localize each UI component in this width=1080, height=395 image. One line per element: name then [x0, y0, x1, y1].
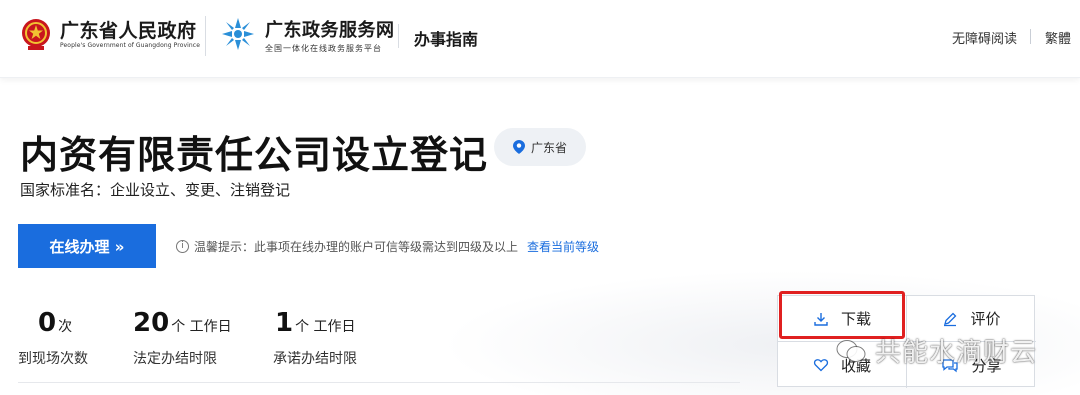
tip-text: 温馨提示：此事项在线办理的账户可信等级需达到四级及以上	[194, 240, 519, 254]
stat-unit: 次	[58, 319, 73, 335]
stat-label: 承诺办结时限	[273, 351, 357, 367]
national-emblem-icon	[22, 19, 50, 50]
warm-tip: i 温馨提示：此事项在线办理的账户可信等级需达到四级及以上 查看当前等级	[176, 238, 599, 255]
gov-name-en: People's Government of Guangdong Provinc…	[60, 42, 200, 49]
accessibility-link[interactable]: 无障碍阅读	[952, 28, 1017, 47]
header-divider	[205, 16, 206, 56]
service-logo-icon	[222, 18, 254, 50]
service-name: 广东政务服务网	[265, 20, 395, 41]
header-divider	[1030, 29, 1031, 44]
header-divider	[398, 24, 399, 48]
region-label: 广东省	[530, 140, 567, 155]
watermark-text: 共能水滴财云	[875, 338, 1038, 368]
location-pin-icon	[512, 140, 525, 154]
standard-name: 国家标准名：企业设立、变更、注销登记	[20, 181, 291, 199]
page-title: 内资有限责任公司设立登记	[20, 133, 489, 177]
watermark: 共能水滴财云	[835, 332, 1037, 369]
top-header: 广东省人民政府 People's Government of Guangdong…	[0, 0, 1080, 78]
traditional-chinese-link[interactable]: 繁體	[1045, 28, 1071, 47]
stat-unit: 个 工作日	[171, 319, 232, 335]
check-level-link[interactable]: 查看当前等级	[527, 238, 599, 255]
pencil-icon	[944, 312, 957, 326]
stat-label: 法定办结时限	[133, 351, 217, 367]
wechat-icon	[836, 339, 866, 362]
info-icon: i	[176, 240, 189, 253]
stat-legal-time-limit: 20 个 工作日 法定办结时限	[133, 308, 232, 367]
guide-label: 办事指南	[414, 30, 479, 49]
stat-promised-time-limit: 1个 工作日 承诺办结时限	[273, 308, 357, 367]
stat-value: 0	[38, 308, 57, 338]
region-tag[interactable]: 广东省	[494, 128, 586, 166]
stats-divider	[18, 382, 740, 383]
review-label: 评价	[970, 310, 1001, 328]
online-apply-button[interactable]: 在线办理 »	[18, 224, 156, 268]
gov-name: 广东省人民政府	[60, 20, 197, 42]
stat-onsite-visits: 0次 到现场次数	[18, 308, 88, 367]
heart-icon	[813, 359, 829, 372]
service-subtitle: 全国一体化在线政务服务平台	[265, 44, 382, 53]
stat-unit: 个 工作日	[295, 319, 356, 335]
stat-value: 20	[133, 308, 170, 338]
stat-label: 到现场次数	[18, 351, 88, 367]
stat-value: 1	[275, 308, 294, 338]
